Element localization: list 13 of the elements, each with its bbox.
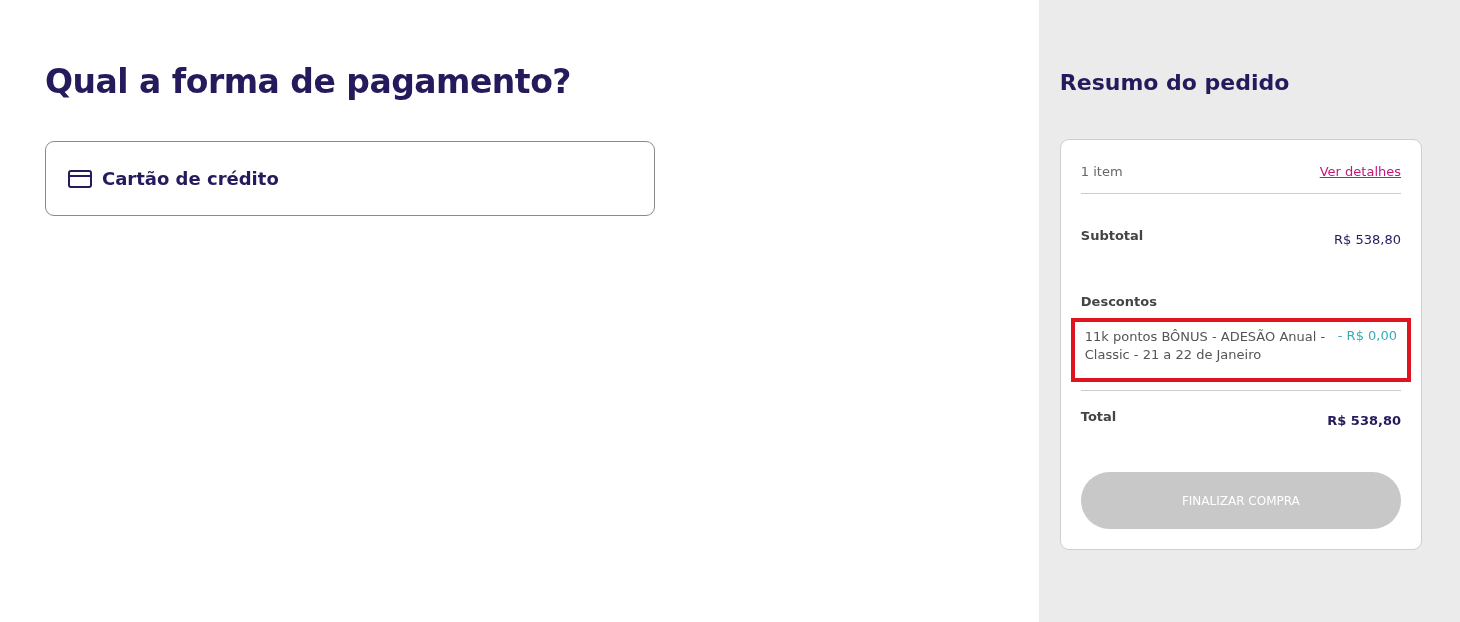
item-count: 1 item (1080, 164, 1123, 179)
details-link[interactable]: Ver detalhes (1319, 164, 1401, 179)
subtotal-value: R$ 538,80 (1334, 232, 1401, 247)
subtotal-label: Subtotal (1080, 228, 1144, 243)
discount-name: 11k pontos BÔNUS - ADESÃO Anual - Classic - 21 a 22 de Janeiro (1084, 328, 1327, 364)
discounts-label: Descontos (1080, 294, 1157, 309)
discount-value: - R$ 0,00 (1337, 328, 1397, 345)
total-label: Total (1080, 409, 1117, 424)
summary-title: Resumo do pedido (1059, 70, 1291, 95)
credit-card-icon (68, 169, 92, 188)
payment-option[interactable]: Cartão de crédito (45, 141, 655, 216)
page-title: Qual a forma de pagamento? (45, 62, 572, 101)
total-value: R$ 538,80 (1327, 413, 1401, 428)
